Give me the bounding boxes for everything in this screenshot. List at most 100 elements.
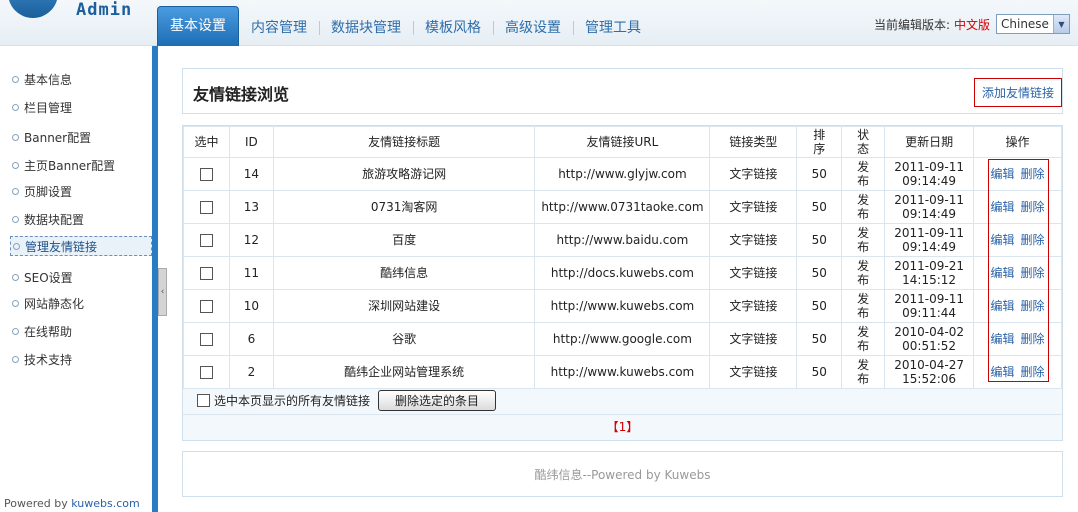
- delete-link[interactable]: 删除: [1021, 167, 1045, 181]
- cell-id: 13: [228, 190, 274, 224]
- cell-url: http://www.glyjw.com: [534, 157, 711, 191]
- table-row: 6 谷歌 http://www.google.com 文字链接 50 发布 20…: [183, 322, 1062, 356]
- sidebar-item-basic-info[interactable]: 基本信息: [12, 69, 72, 89]
- bullet-icon: [12, 187, 19, 195]
- cell-url: http://www.google.com: [534, 322, 711, 356]
- row-checkbox[interactable]: [199, 234, 213, 247]
- row-checkbox[interactable]: [199, 333, 213, 346]
- sidebar-item-online-help[interactable]: 在线帮助: [12, 321, 72, 341]
- language-select-value: Chinese: [1001, 17, 1049, 31]
- bullet-icon: [12, 75, 19, 83]
- cell-order: 50: [796, 322, 843, 356]
- cell-date: 2010-04-27 15:52:06: [884, 355, 975, 389]
- table-row: 14 旅游攻略游记网 http://www.glyjw.com 文字链接 50 …: [183, 157, 1062, 191]
- table-row: 2 酷纬企业网站管理系统 http://www.kuwebs.com 文字链接 …: [183, 355, 1062, 389]
- sidebar-item-banner-config[interactable]: Banner配置: [12, 127, 91, 147]
- cell-date: 2011-09-11 09:14:49: [884, 223, 975, 257]
- panel-header: 友情链接浏览 添加友情链接: [182, 68, 1063, 114]
- sidebar-item-tech-support[interactable]: 技术支持: [12, 349, 72, 369]
- tab-basic-settings[interactable]: 基本设置: [157, 6, 239, 46]
- footer-text: 酷纬信息--Powered by Kuwebs: [534, 467, 711, 482]
- delete-link[interactable]: 删除: [1021, 299, 1045, 313]
- table-row: 11 酷纬信息 http://docs.kuwebs.com 文字链接 50 发…: [183, 256, 1062, 290]
- cell-type: 文字链接: [709, 355, 798, 389]
- col-select: 选中: [183, 126, 230, 158]
- cell-status: 发布: [841, 190, 886, 224]
- col-status: 状态: [841, 126, 886, 158]
- select-all-checkbox[interactable]: [197, 394, 210, 407]
- col-url: 友情链接URL: [534, 126, 711, 158]
- sidebar: 基本信息 栏目管理 Banner配置 主页Banner配置 页脚设置 数据块配置…: [0, 47, 152, 512]
- cell-url: http://www.kuwebs.com: [534, 355, 711, 389]
- delete-link[interactable]: 删除: [1021, 200, 1045, 214]
- cell-type: 文字链接: [709, 322, 798, 356]
- select-all-row: 选中本页显示的所有友情链接 删除选定的条目: [197, 390, 497, 411]
- row-checkbox[interactable]: [199, 267, 213, 280]
- sidebar-item-data-block-config[interactable]: 数据块配置: [12, 209, 84, 229]
- cell-status: 发布: [841, 355, 886, 389]
- cell-order: 50: [796, 256, 843, 290]
- edit-link[interactable]: 编辑: [991, 167, 1015, 181]
- bullet-icon: [12, 273, 19, 281]
- version-label: 当前编辑版本:: [873, 17, 950, 32]
- edit-link[interactable]: 编辑: [991, 365, 1015, 379]
- row-checkbox[interactable]: [199, 300, 213, 313]
- sidebar-item-footer-settings[interactable]: 页脚设置: [12, 181, 72, 201]
- tab-management-tools[interactable]: 管理工具: [573, 10, 653, 46]
- edit-link[interactable]: 编辑: [991, 266, 1015, 280]
- collapse-sidebar-handle[interactable]: ‹: [158, 268, 167, 316]
- cell-title: 谷歌: [272, 322, 536, 356]
- cell-title: 深圳网站建设: [272, 289, 536, 323]
- row-checkbox[interactable]: [199, 168, 213, 181]
- sidebar-item-seo-settings[interactable]: SEO设置: [12, 267, 73, 287]
- edit-link[interactable]: 编辑: [991, 233, 1015, 247]
- cell-date: 2011-09-11 09:11:44: [884, 289, 975, 323]
- logo-mark: [8, 0, 58, 18]
- col-order: 排序: [796, 126, 843, 158]
- delete-link[interactable]: 删除: [1021, 233, 1045, 247]
- page-link-1[interactable]: 【1】: [607, 420, 639, 434]
- cell-id: 12: [228, 223, 274, 257]
- sidebar-item-static-site[interactable]: 网站静态化: [12, 293, 84, 313]
- main-nav: 基本设置 内容管理 数据块管理 模板风格 高级设置 管理工具: [157, 6, 653, 46]
- cell-order: 50: [796, 355, 843, 389]
- cell-actions: 编辑 删除: [973, 157, 1062, 191]
- delete-link[interactable]: 删除: [1021, 365, 1045, 379]
- edit-link[interactable]: 编辑: [991, 200, 1015, 214]
- delete-link[interactable]: 删除: [1021, 332, 1045, 346]
- kuwebs-link[interactable]: kuwebs.com: [71, 497, 139, 510]
- col-type: 链接类型: [709, 126, 798, 158]
- cell-id: 10: [228, 289, 274, 323]
- cell-title: 旅游攻略游记网: [272, 157, 536, 191]
- col-actions: 操作: [973, 126, 1062, 158]
- delete-selected-button[interactable]: 删除选定的条目: [378, 390, 497, 411]
- sidebar-item-home-banner-config[interactable]: 主页Banner配置: [12, 155, 115, 175]
- add-link-button[interactable]: 添加友情链接: [974, 78, 1062, 107]
- sidebar-footer: Powered by kuwebs.com: [4, 497, 140, 510]
- current-language[interactable]: 中文版: [954, 16, 990, 33]
- edit-link[interactable]: 编辑: [991, 332, 1015, 346]
- pager-divider: [183, 414, 1062, 415]
- cell-order: 50: [796, 157, 843, 191]
- row-checkbox[interactable]: [199, 201, 213, 214]
- delete-link[interactable]: 删除: [1021, 266, 1045, 280]
- cell-url: http://docs.kuwebs.com: [534, 256, 711, 290]
- tab-content-management[interactable]: 内容管理: [239, 10, 319, 46]
- sidebar-item-manage-links[interactable]: 管理友情链接: [10, 236, 152, 256]
- bullet-icon: [12, 327, 19, 335]
- links-table-container: 选中 ID 友情链接标题 友情链接URL 链接类型 排序 状态 更新日期 操作 …: [182, 125, 1063, 441]
- table-row: 10 深圳网站建设 http://www.kuwebs.com 文字链接 50 …: [183, 289, 1062, 323]
- tab-advanced-settings[interactable]: 高级设置: [493, 10, 573, 46]
- cell-status: 发布: [841, 289, 886, 323]
- cell-status: 发布: [841, 256, 886, 290]
- edit-link[interactable]: 编辑: [991, 299, 1015, 313]
- cell-id: 14: [228, 157, 274, 191]
- row-checkbox[interactable]: [199, 366, 213, 379]
- chevron-down-icon[interactable]: ▼: [1053, 15, 1069, 33]
- col-id: ID: [228, 126, 274, 158]
- cell-url: http://www.0731taoke.com: [534, 190, 711, 224]
- tab-data-block-management[interactable]: 数据块管理: [319, 10, 413, 46]
- tab-template-style[interactable]: 模板风格: [413, 10, 493, 46]
- sidebar-item-column-management[interactable]: 栏目管理: [12, 97, 72, 117]
- language-select[interactable]: Chinese ▼: [996, 14, 1070, 34]
